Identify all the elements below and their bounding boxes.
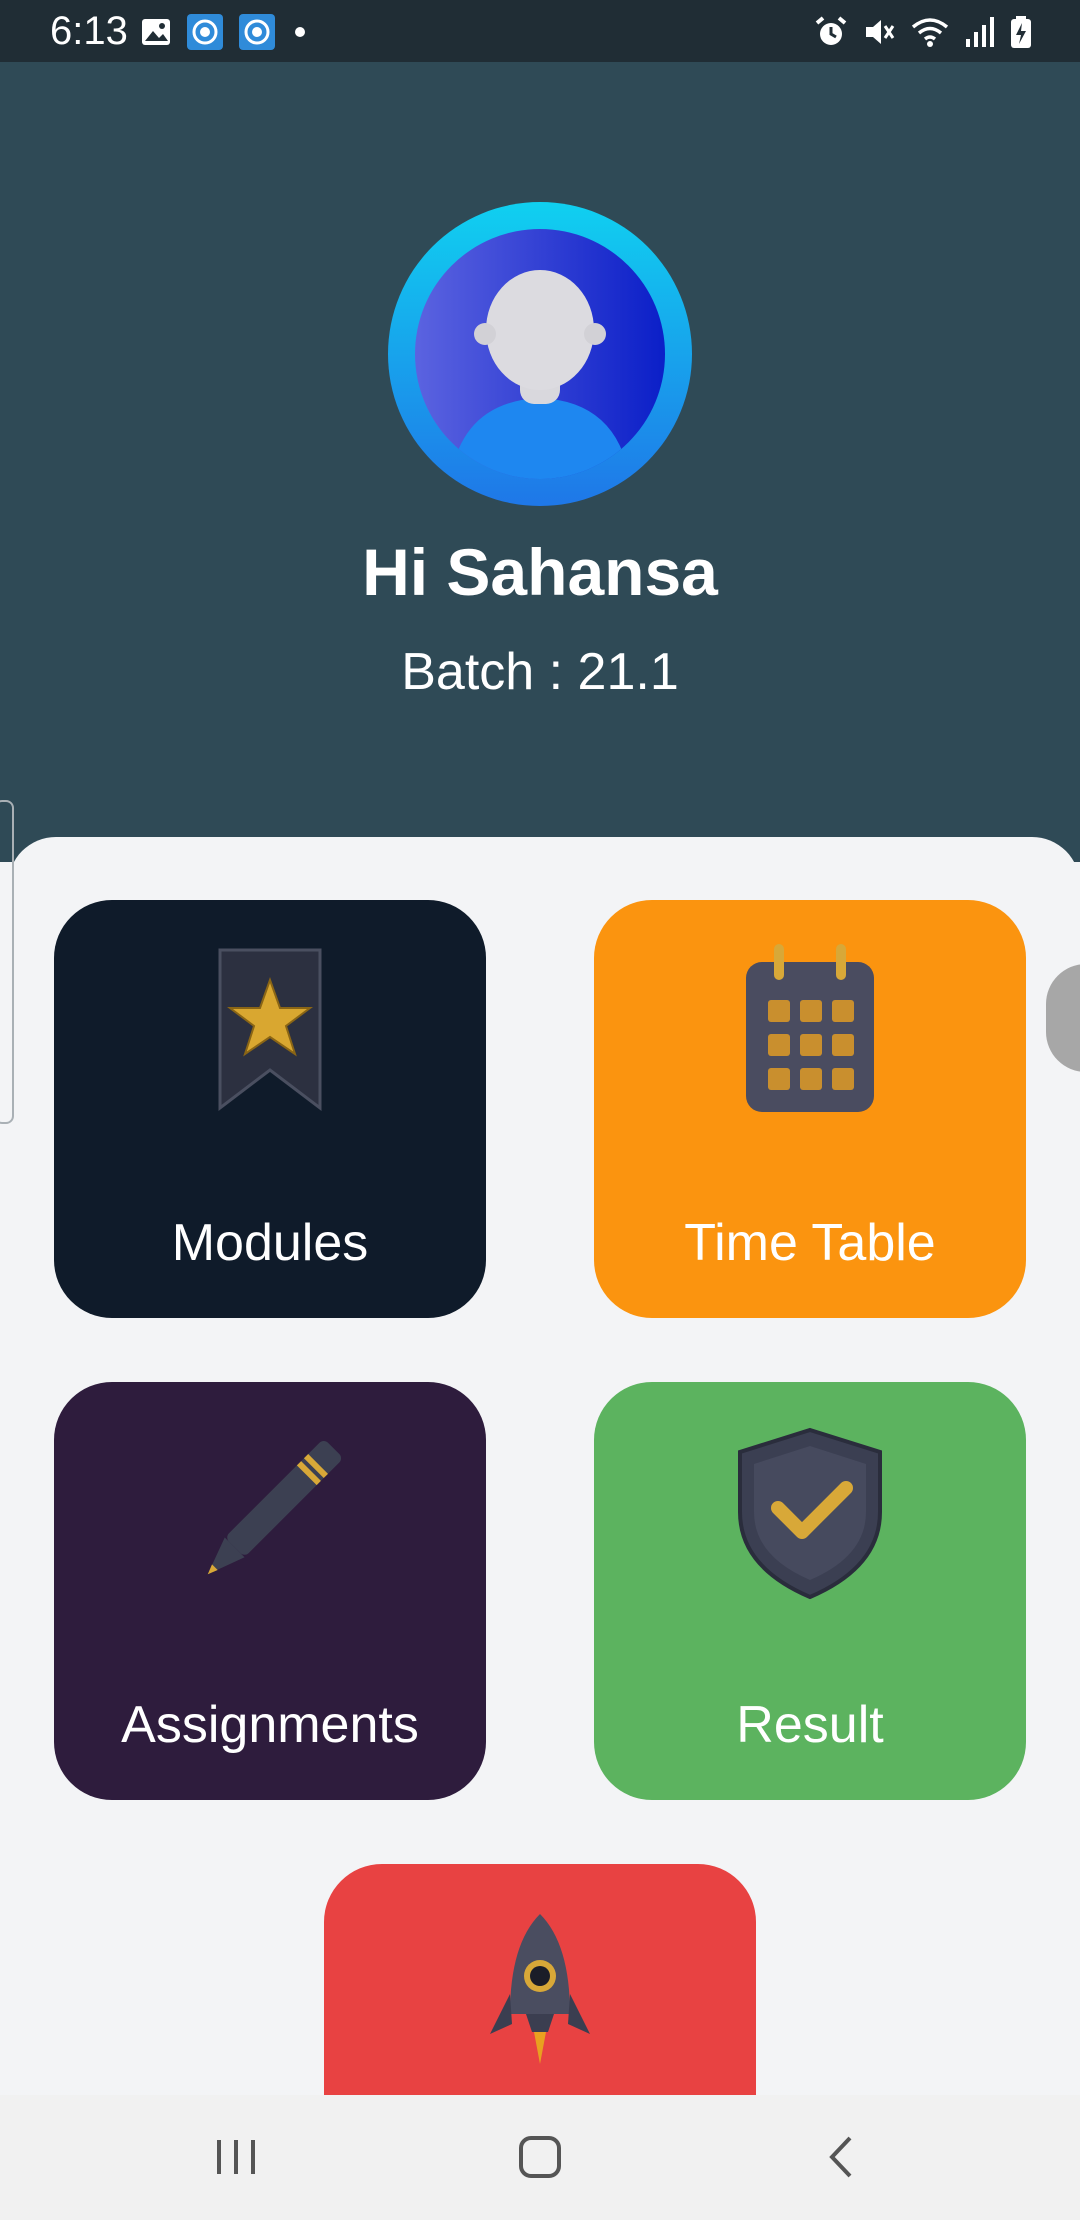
- dot-icon: [295, 27, 305, 37]
- wifi-icon: [911, 18, 949, 47]
- camera-app-icon: [187, 14, 223, 50]
- result-label: Result: [736, 1696, 884, 1754]
- avatar: [388, 202, 692, 506]
- assignments-label: Assignments: [121, 1696, 419, 1754]
- battery-charging-icon: [1011, 16, 1031, 48]
- status-time: 6:13: [50, 9, 128, 53]
- modules-tile[interactable]: Modules: [54, 900, 486, 1318]
- camera-app-icon: [239, 14, 275, 50]
- home-icon: [519, 2136, 561, 2178]
- calendar-icon: [746, 944, 874, 1112]
- fifth-tile[interactable]: [324, 1864, 756, 2097]
- back-button[interactable]: [802, 2125, 882, 2189]
- rocket-icon: [490, 1914, 590, 2064]
- status-icons-left: [140, 12, 310, 52]
- menu-panel: Modules Time Table Assignments Result: [8, 837, 1080, 2097]
- status-bar: 6:13: [0, 0, 1080, 62]
- assignments-tile[interactable]: Assignments: [54, 1382, 486, 1800]
- greeting-text: Hi Sahansa: [362, 535, 718, 609]
- batch-text: Batch : 21.1: [401, 643, 679, 701]
- mute-icon: [866, 20, 895, 44]
- recent-apps-icon: [217, 2140, 255, 2174]
- profile-header: Hi Sahansa Batch : 21.1: [0, 62, 1080, 862]
- status-icons-right: [814, 12, 1032, 52]
- modules-label: Modules: [171, 1214, 369, 1272]
- timetable-label: Time Table: [684, 1214, 936, 1272]
- alarm-icon: [815, 16, 847, 45]
- home-button[interactable]: [500, 2125, 580, 2189]
- gallery-icon: [142, 19, 170, 45]
- recent-apps-button[interactable]: [196, 2125, 276, 2189]
- pencil-icon: [207, 1440, 342, 1575]
- shield-check-icon: [738, 1427, 882, 1600]
- bookmark-star-icon: [218, 948, 322, 1112]
- back-icon: [829, 2136, 852, 2178]
- timetable-tile[interactable]: Time Table: [594, 900, 1026, 1318]
- result-tile[interactable]: Result: [594, 1382, 1026, 1800]
- navigation-bar: [0, 2095, 1080, 2220]
- signal-icon: [966, 17, 994, 47]
- edge-panel-left-handle[interactable]: [0, 800, 14, 1124]
